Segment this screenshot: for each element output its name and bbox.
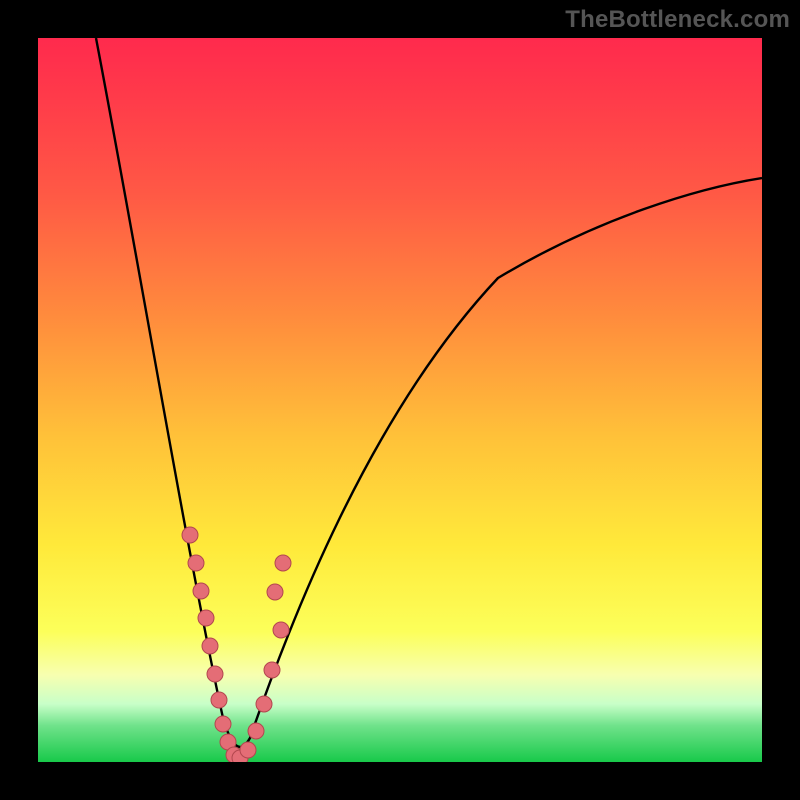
data-marker [264,662,280,678]
data-marker [256,696,272,712]
data-marker [215,716,231,732]
data-marker [267,584,283,600]
data-marker [275,555,291,571]
data-marker [188,555,204,571]
data-marker [248,723,264,739]
bottleneck-curve-path [96,38,762,747]
data-markers-group [182,527,291,762]
data-marker [273,622,289,638]
data-marker [207,666,223,682]
data-marker [202,638,218,654]
data-marker [182,527,198,543]
data-marker [240,742,256,758]
chart-frame [38,38,762,762]
data-marker [211,692,227,708]
data-marker [198,610,214,626]
data-marker [193,583,209,599]
watermark-text: TheBottleneck.com [565,6,790,34]
bottleneck-curve-svg [38,38,762,762]
